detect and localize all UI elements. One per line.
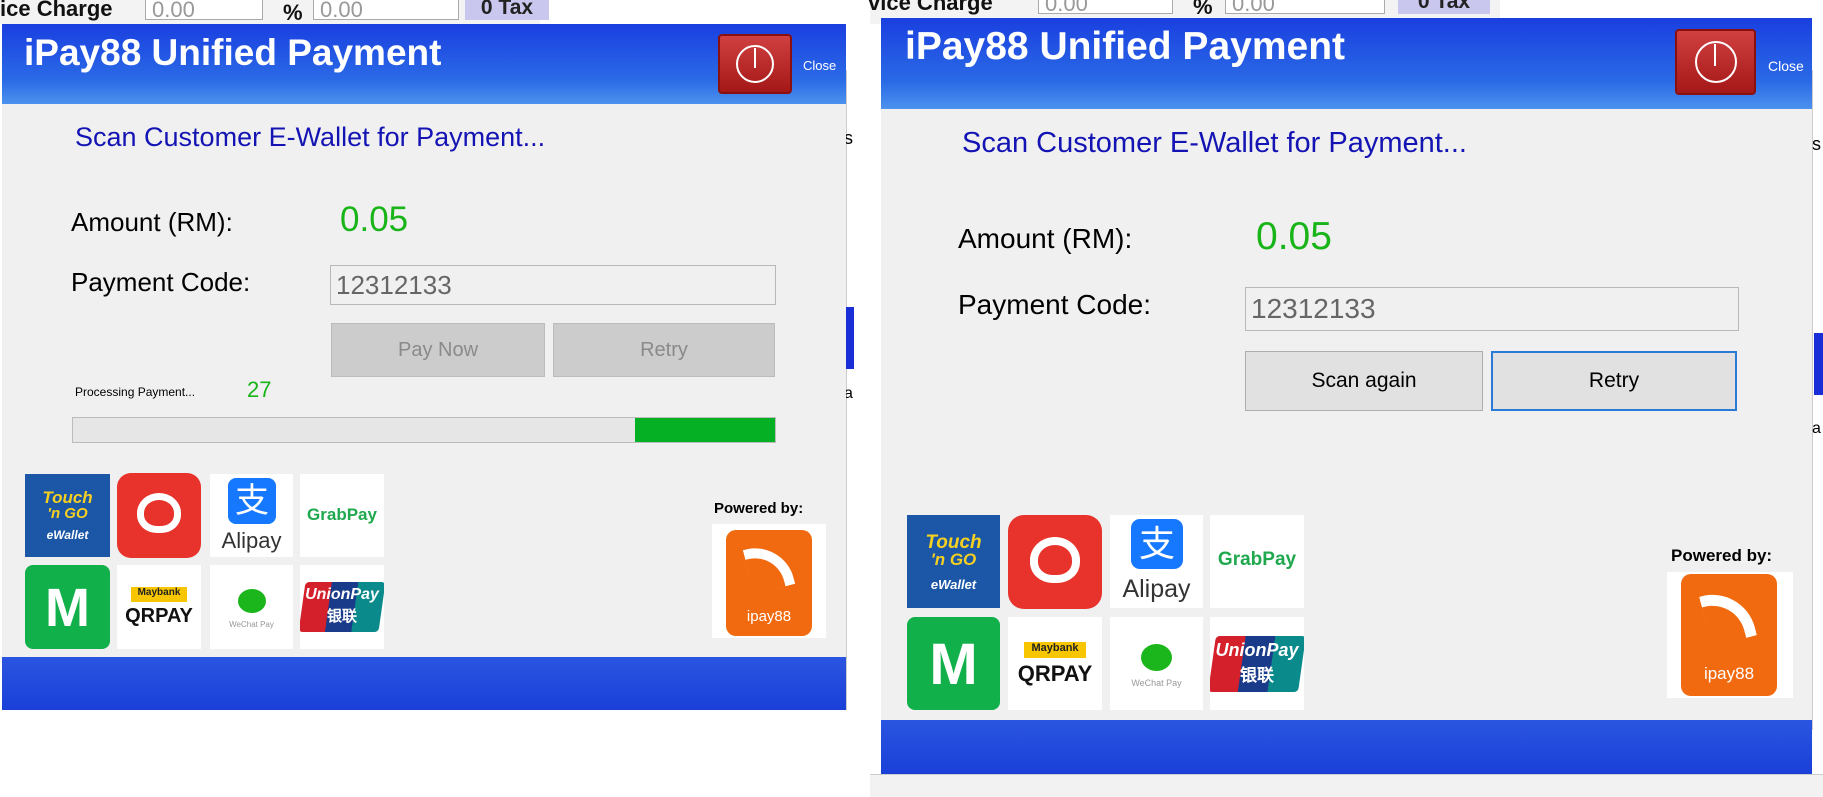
progress-bar (72, 417, 776, 443)
dialog-footer (881, 720, 1812, 774)
payment-code-input[interactable]: 12312133 (330, 265, 776, 305)
wechat-pay-logo: WeChat Pay (1110, 617, 1203, 710)
payment-dialog-processing: iPay88 Unified Payment Close Scan Custom… (2, 24, 846, 710)
processing-label: Processing Payment... (75, 385, 196, 399)
power-icon (1695, 41, 1737, 83)
background-blue-block (1814, 333, 1823, 395)
heart-icon (137, 493, 181, 533)
amount-value: 0.05 (340, 200, 409, 239)
amount-label: Amount (RM): (958, 223, 1133, 254)
payment-dialog-retry: iPay88 Unified Payment Close Scan Custom… (881, 18, 1812, 774)
close-label: Close (1768, 58, 1804, 74)
dialog-title: iPay88 Unified Payment (905, 25, 1346, 68)
service-charge-label: vice Charge (868, 0, 993, 15)
percent-label: % (283, 0, 303, 25)
background-blue-block (846, 307, 854, 369)
countdown-value: 27 (247, 377, 272, 402)
touchngo-logo: Touch 'n GO eWallet (25, 474, 110, 557)
payment-code-input[interactable]: 12312133 (1245, 287, 1739, 331)
edge-letter: s (1812, 134, 1821, 154)
retry-button[interactable]: Retry (553, 323, 775, 377)
wechat-icon (238, 589, 266, 613)
boost-logo (1008, 515, 1102, 609)
boost-logo (117, 473, 201, 558)
wechat-icon (1141, 644, 1172, 671)
progress-fill (634, 418, 775, 442)
mcash-logo: M (907, 617, 1000, 710)
amount-value: 0.05 (1256, 215, 1332, 258)
service-charge-field[interactable]: 0.00 (1038, 0, 1173, 16)
ipay88-logo: ipay88 (712, 524, 826, 638)
close-button[interactable] (1675, 29, 1756, 95)
touchngo-logo: Touch 'n GO eWallet (907, 515, 1000, 608)
close-button[interactable] (718, 34, 792, 94)
close-label: Close (803, 58, 837, 73)
service-charge-label: ice Charge (0, 0, 113, 21)
background-edge (1812, 70, 1823, 730)
maybank-qrpay-logo: Maybank QRPAY (117, 565, 201, 649)
dialog-footer (2, 657, 846, 710)
pay-now-button[interactable]: Pay Now (331, 323, 545, 377)
unionpay-logo: UnionPay 银联 (1210, 617, 1304, 710)
grabpay-logo: GrabPay (1210, 515, 1304, 608)
heart-icon (1030, 537, 1080, 583)
dialog-title: iPay88 Unified Payment (24, 32, 442, 73)
retry-button[interactable]: Retry (1491, 351, 1737, 411)
tax-button[interactable]: 0 Tax (465, 0, 549, 20)
wechat-pay-logo: WeChat Pay (210, 565, 293, 649)
scan-again-button[interactable]: Scan again (1245, 351, 1483, 411)
payment-code-label: Payment Code: (71, 267, 251, 297)
mcash-logo: M (25, 565, 110, 649)
grabpay-logo: GrabPay (300, 474, 384, 557)
tax-button[interactable]: 0 Tax (1398, 0, 1490, 14)
percent-field[interactable]: 0.00 (1225, 0, 1385, 16)
alipay-icon: 支 (1131, 519, 1183, 569)
amount-label: Amount (RM): (71, 207, 233, 237)
unionpay-logo: UnionPay 银联 (300, 565, 384, 649)
maybank-qrpay-logo: Maybank QRPAY (1008, 617, 1102, 710)
alipay-logo: 支 Alipay (210, 474, 293, 557)
alipay-icon: 支 (228, 478, 276, 524)
scan-message: Scan Customer E-Wallet for Payment... (75, 122, 546, 152)
payment-code-label: Payment Code: (958, 289, 1151, 320)
powered-by-label: Powered by: (1671, 546, 1773, 565)
service-charge-field[interactable]: 0.00 (145, 0, 263, 22)
ipay88-logo: ipay88 (1667, 572, 1793, 698)
background-bottom-bar (870, 774, 1823, 797)
percent-field[interactable]: 0.00 (313, 0, 459, 22)
percent-label: % (1193, 0, 1213, 19)
edge-letter: a (1812, 420, 1821, 437)
powered-by-label: Powered by: (714, 500, 804, 517)
alipay-logo: 支 Alipay (1110, 515, 1203, 608)
scan-message: Scan Customer E-Wallet for Payment... (962, 127, 1467, 159)
